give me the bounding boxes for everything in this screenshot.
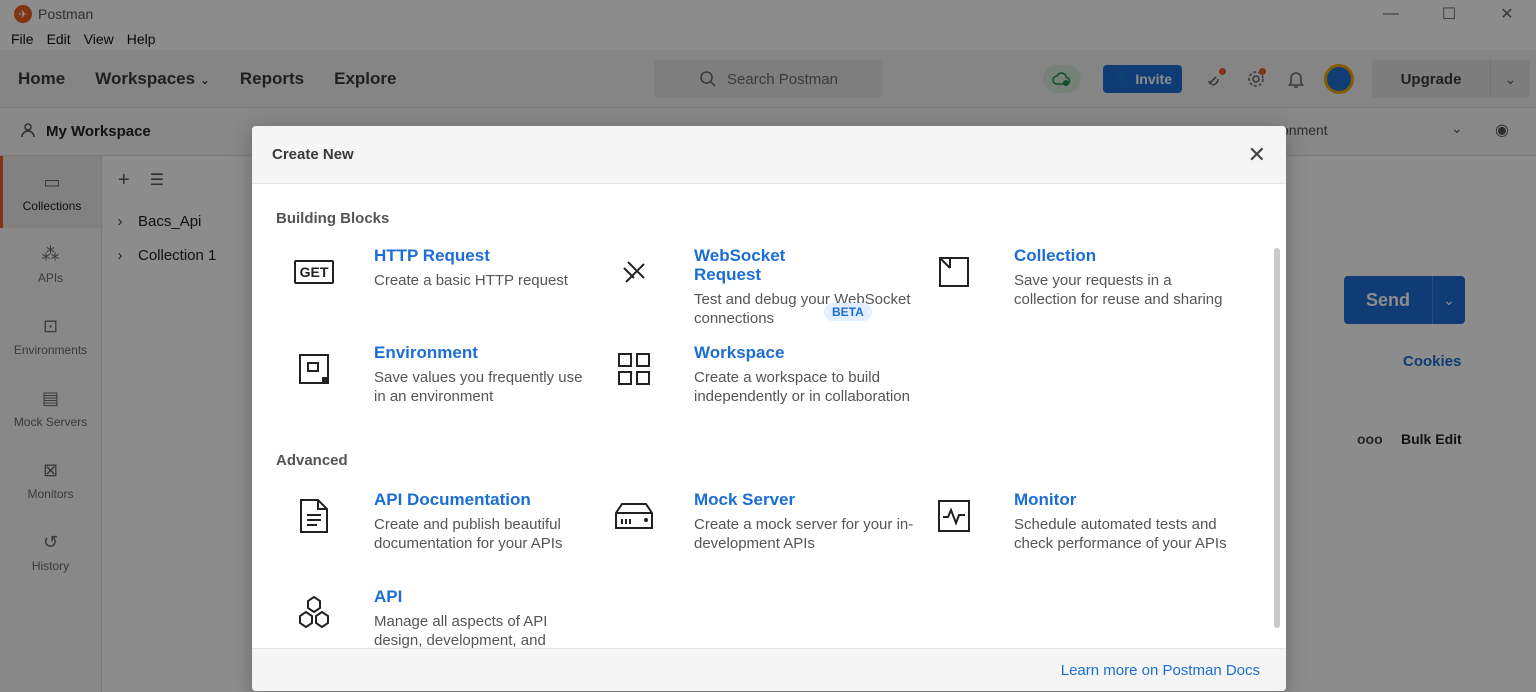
mock-server-icon bbox=[604, 494, 664, 538]
get-text: GET bbox=[293, 260, 335, 284]
create-environment[interactable]: Environment Save values you frequently us… bbox=[284, 343, 584, 406]
section-building-blocks: Building Blocks bbox=[276, 210, 390, 227]
item-desc: Save your requests in a collection for r… bbox=[1014, 272, 1223, 308]
item-desc: Schedule automated tests and check perfo… bbox=[1014, 516, 1227, 552]
websocket-icon bbox=[604, 250, 664, 294]
item-desc: Create a workspace to build independentl… bbox=[694, 369, 910, 405]
create-monitor[interactable]: Monitor Schedule automated tests and chec… bbox=[924, 490, 1227, 553]
item-title: Workspace bbox=[694, 343, 785, 362]
monitor-icon bbox=[924, 494, 984, 538]
create-mock-server[interactable]: Mock Server Create a mock server for your… bbox=[604, 490, 913, 553]
modal-header: Create New ✕ bbox=[252, 126, 1286, 184]
api-icon bbox=[284, 591, 344, 635]
workspace-icon bbox=[604, 347, 664, 391]
modal-body: Building Blocks GET HTTP Request Create a… bbox=[252, 184, 1286, 648]
item-title: Monitor bbox=[1014, 490, 1077, 509]
modal-title: Create New bbox=[272, 146, 354, 163]
close-icon[interactable]: ✕ bbox=[1248, 142, 1266, 168]
environment-icon bbox=[284, 347, 344, 391]
item-desc: Test and debug your WebSocket connection… bbox=[694, 291, 911, 327]
create-http-request[interactable]: GET HTTP Request Create a basic HTTP requ… bbox=[284, 246, 584, 294]
postman-docs-link[interactable]: Learn more on Postman Docs bbox=[1061, 662, 1260, 679]
item-title: Collection bbox=[1014, 246, 1097, 265]
create-api-documentation[interactable]: API Documentation Create and publish beau… bbox=[284, 490, 584, 553]
get-icon: GET bbox=[284, 250, 344, 294]
item-title: API Documentation bbox=[374, 490, 531, 509]
item-title: WebSocket Request bbox=[694, 246, 786, 284]
beta-badge: BETA bbox=[824, 303, 872, 321]
section-advanced: Advanced bbox=[276, 452, 348, 469]
create-api[interactable]: API Manage all aspects of API design, dev… bbox=[284, 587, 584, 648]
item-desc: Save values you frequently use in an env… bbox=[374, 369, 583, 405]
collection-icon bbox=[924, 250, 984, 294]
item-desc: Create a mock server for your in-develop… bbox=[694, 516, 914, 552]
create-new-modal: Create New ✕ Building Blocks GET HTTP Re… bbox=[252, 126, 1286, 691]
item-desc: Create a basic HTTP request bbox=[374, 272, 568, 289]
item-title: Environment bbox=[374, 343, 478, 362]
modal-scrollbar[interactable] bbox=[1274, 248, 1280, 628]
document-icon bbox=[284, 494, 344, 538]
create-workspace[interactable]: Workspace Create a workspace to build ind… bbox=[604, 343, 910, 406]
item-title: HTTP Request bbox=[374, 246, 490, 265]
item-desc: Manage all aspects of API design, develo… bbox=[374, 613, 548, 648]
modal-footer: Learn more on Postman Docs bbox=[252, 648, 1286, 691]
item-desc: Create and publish beautiful documentati… bbox=[374, 516, 563, 552]
item-title: API bbox=[374, 587, 403, 606]
create-collection[interactable]: Collection Save your requests in a collec… bbox=[924, 246, 1224, 309]
item-title: Mock Server bbox=[694, 490, 796, 509]
